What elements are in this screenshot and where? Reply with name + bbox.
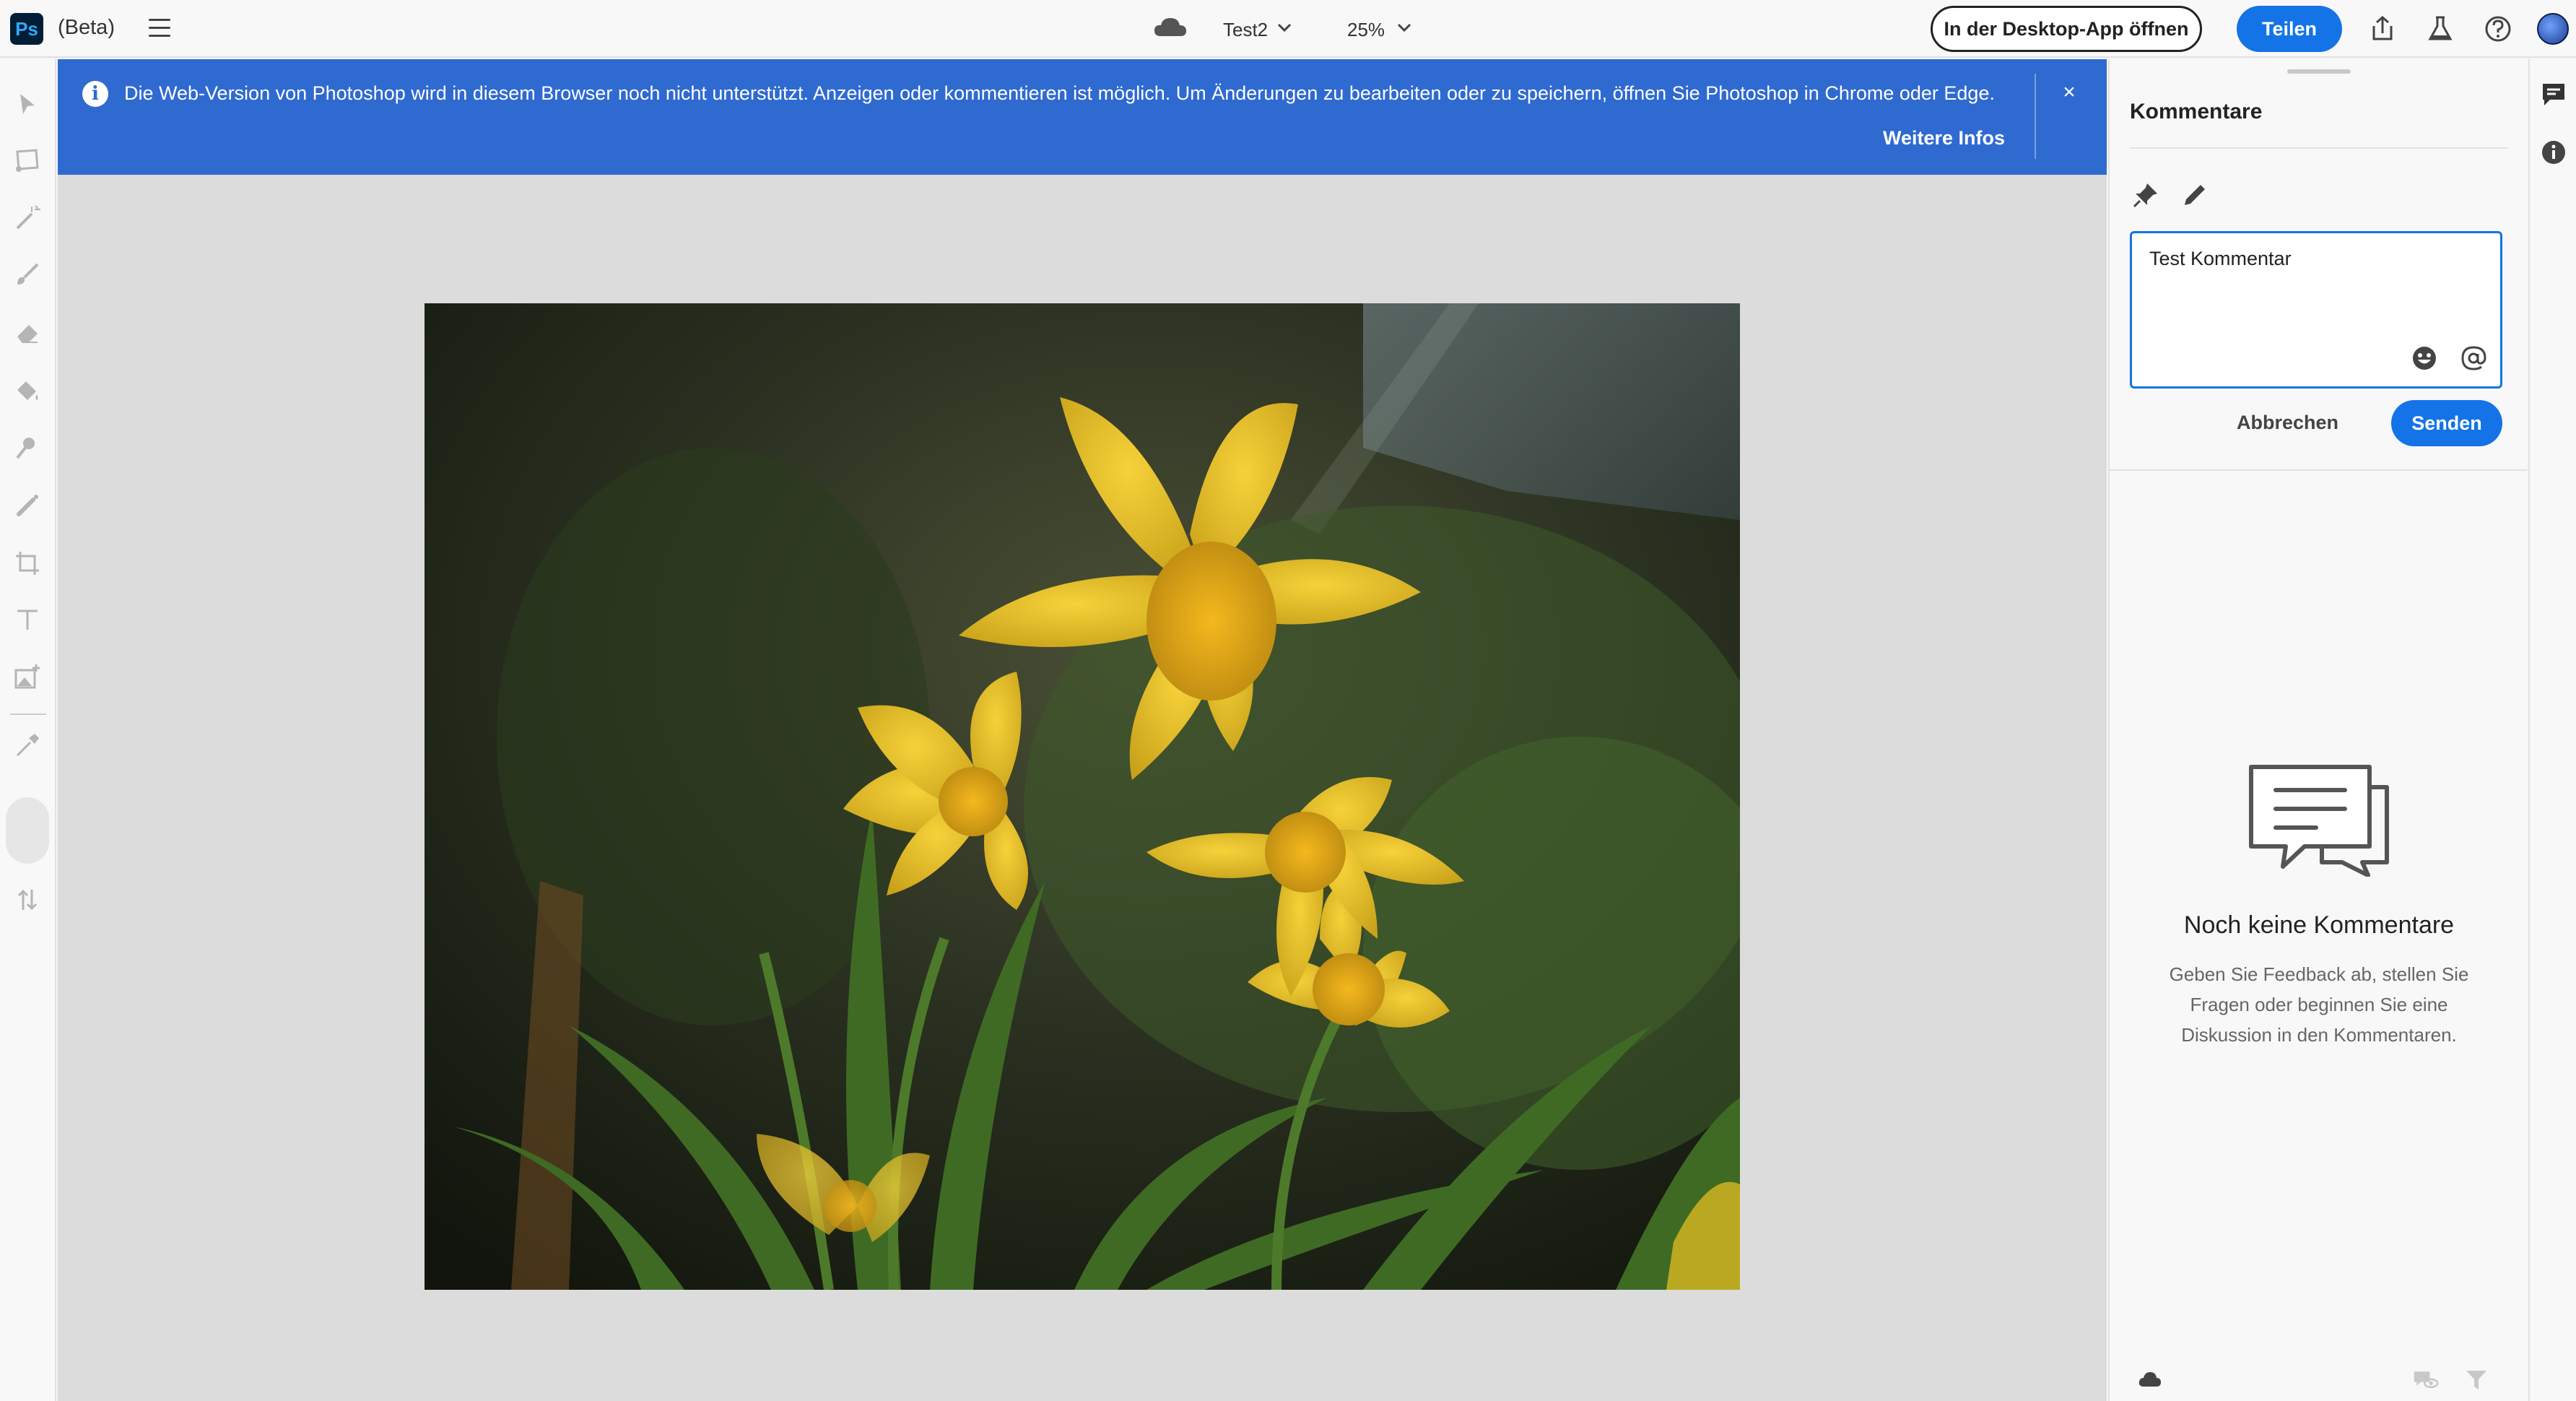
comment-draft-text[interactable]: Test Kommentar [2149,248,2292,270]
daffodil-photo [425,303,1740,1290]
type-icon[interactable] [13,605,42,634]
add-image-icon[interactable] [13,663,42,692]
comments-panel: Kommentare Test Kommentar Abbrechen Send… [2108,59,2527,1401]
banner-message: Die Web-Version von Photoshop wird in di… [124,82,1995,104]
chevron-down-icon[interactable] [1396,22,1412,33]
document-title[interactable]: Test2 [1223,19,1268,41]
export-icon[interactable] [2368,14,2397,43]
crop-icon[interactable] [13,549,42,578]
photoshop-logo[interactable]: Ps [10,13,43,45]
paint-bucket-icon[interactable] [13,376,42,404]
divider [2110,469,2527,471]
info-icon[interactable] [2540,139,2567,166]
beta-label: (Beta) [58,16,115,39]
quick-select-icon[interactable] [13,204,42,233]
emoji-icon[interactable] [2411,344,2438,372]
panel-title: Kommentare [2130,100,2263,123]
mention-icon[interactable] [2460,344,2487,372]
open-desktop-app-button[interactable]: In der Desktop-App öffnen [1931,6,2202,52]
info-icon: i [82,81,108,107]
empty-state-title: Noch keine Kommentare [2183,911,2455,939]
clone-stamp-icon[interactable] [13,433,42,462]
close-icon[interactable]: × [2058,81,2081,104]
tool-bar [0,59,56,1401]
unsupported-browser-banner: i Die Web-Version von Photoshop wird in … [58,59,2107,175]
eraser-icon[interactable] [13,318,42,347]
cancel-button[interactable]: Abbrechen [2237,412,2338,434]
chevron-down-icon[interactable] [1276,22,1292,33]
empty-state-description: Geben Sie Feedback ab, stellen Sie Frage… [2169,963,2469,1046]
divider [2130,147,2508,149]
comment-input[interactable]: Test Kommentar [2130,231,2502,389]
filter-icon[interactable] [2463,1366,2489,1392]
pencil-icon[interactable] [2180,181,2209,209]
menu-icon[interactable] [149,19,170,38]
pin-icon[interactable] [2131,181,2160,209]
hide-comments-icon[interactable] [2413,1366,2439,1392]
color-swatches[interactable] [6,797,49,864]
lasso-icon[interactable] [13,146,42,175]
share-button[interactable]: Teilen [2237,6,2342,52]
select-icon[interactable] [13,90,42,118]
brush-icon[interactable] [13,260,42,289]
banner-divider [2035,74,2036,159]
eyedropper-icon[interactable] [13,731,42,760]
swap-colors-icon[interactable] [13,885,42,914]
send-button[interactable]: Senden [2391,400,2502,446]
tool-divider [10,713,46,715]
cloud-icon[interactable] [1152,16,1188,38]
top-bar: Ps (Beta) Test2 25% In der Desktop-App ö… [0,0,2576,58]
cloud-icon[interactable] [2137,1366,2163,1392]
zoom-level[interactable]: 25% [1347,19,1385,41]
help-icon[interactable] [2484,14,2512,43]
healing-icon[interactable] [13,491,42,520]
comments-empty-icon [2249,765,2389,877]
document-image[interactable] [425,303,1740,1290]
learn-more-link[interactable]: Weitere Infos [1883,127,2005,149]
user-avatar[interactable] [2537,13,2569,45]
comments-icon[interactable] [2540,81,2567,108]
right-rail [2528,59,2576,1401]
panel-drag-handle[interactable] [2287,69,2351,74]
beaker-icon[interactable] [2426,14,2455,43]
